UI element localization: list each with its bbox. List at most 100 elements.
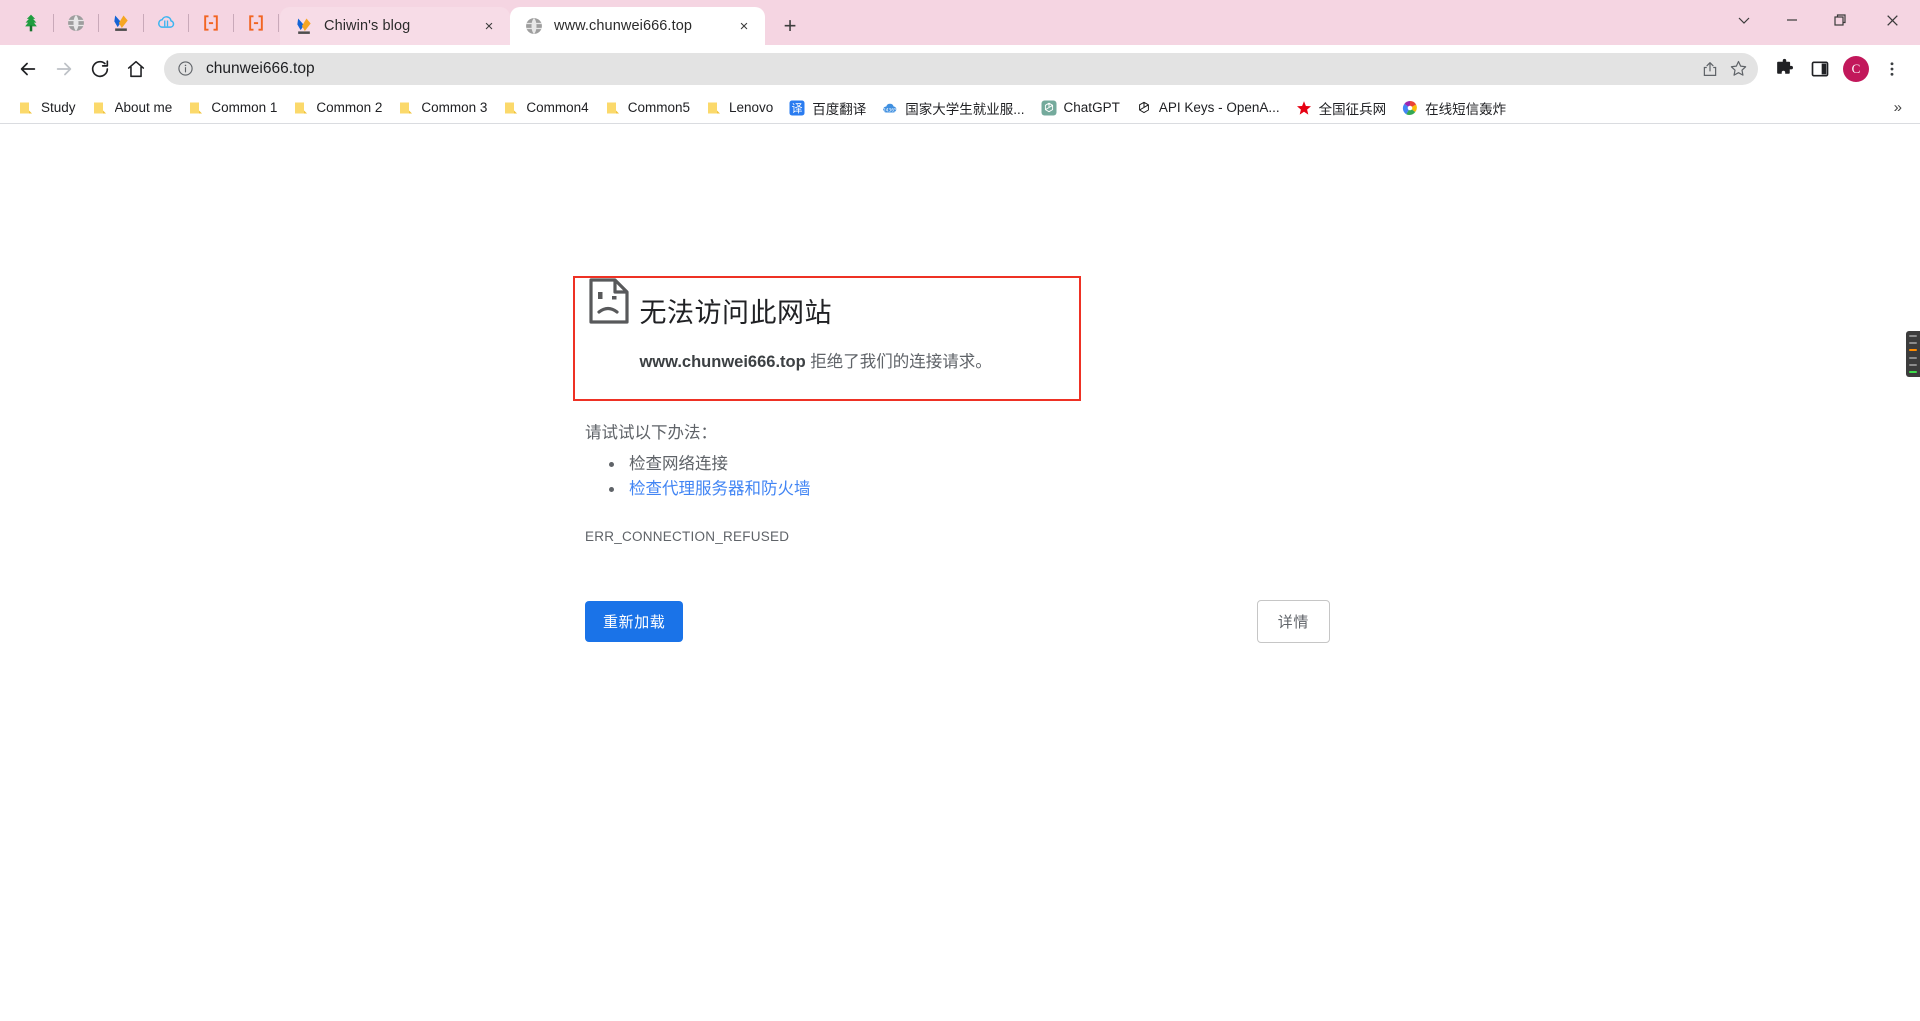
bookmark-study[interactable]: Study	[10, 95, 84, 121]
bookmark-common5[interactable]: Common5	[597, 95, 698, 121]
star-icon[interactable]	[1724, 55, 1752, 83]
bookmark-national-conscription[interactable]: 全国征兵网	[1288, 95, 1395, 121]
bookmark-lenovo[interactable]: Lenovo	[698, 95, 781, 121]
error-title: 无法访问此网站	[639, 298, 832, 328]
svg-text:译: 译	[792, 102, 803, 115]
suggestions-list: 检查网络连接 检查代理服务器和防火墙	[625, 452, 1200, 503]
side-panel-button[interactable]	[1802, 51, 1838, 87]
bookmark-label: Common 3	[421, 100, 488, 115]
bookmark-common4[interactable]: Common4	[495, 95, 596, 121]
tab-strip: Chiwin's blog × www.chunwei666.top × +	[0, 0, 1920, 45]
folder-icon	[707, 102, 720, 113]
error-heading-annotation-box: 无法访问此网站 www.chunwei666.top 拒绝了我们的连接请求。	[573, 276, 1082, 401]
orange-bracket-favicon	[249, 14, 263, 31]
bookmark-label: Common5	[627, 100, 690, 115]
minimize-icon	[1787, 19, 1797, 21]
browser-toolbar: chunwei666.top C	[0, 45, 1920, 92]
bookmark-common-2[interactable]: Common 2	[285, 95, 390, 121]
folder-icon	[295, 102, 308, 113]
forward-button[interactable]	[46, 51, 82, 87]
suggestion-link[interactable]: 检查代理服务器和防火墙	[629, 480, 811, 498]
url-text[interactable]: chunwei666.top	[206, 60, 1696, 78]
bookmarks-overflow-button[interactable]: »	[1884, 99, 1912, 116]
pinned-tab-green-tree[interactable]	[10, 4, 52, 42]
chiwin-x-favicon	[114, 15, 128, 31]
browser-tab-chunwei666[interactable]: www.chunwei666.top ×	[510, 7, 765, 45]
widget-line	[1909, 356, 1917, 359]
error-actions: 重新加载 详情	[585, 599, 1330, 643]
pinned-tab-separator	[143, 13, 144, 32]
home-icon	[127, 60, 145, 77]
folder-icon	[93, 102, 106, 113]
tab-close-button[interactable]: ×	[733, 15, 755, 37]
suggestion-check-network: 检查网络连接	[625, 452, 1200, 478]
window-controls	[1720, 0, 1920, 40]
bookmark-label: Common4	[526, 100, 589, 115]
tab-title: www.chunwei666.top	[554, 18, 693, 34]
reload-button[interactable]	[82, 51, 118, 87]
widget-line	[1909, 335, 1917, 337]
info-circle-icon[interactable]	[174, 58, 196, 80]
browser-tab-chiwins-blog[interactable]: Chiwin's blog ×	[280, 7, 510, 45]
avatar: C	[1843, 55, 1869, 82]
close-icon	[1886, 14, 1898, 26]
bookmark-common-3[interactable]: Common 3	[390, 95, 495, 121]
chatgpt-icon	[1041, 100, 1057, 115]
details-button[interactable]: 详情	[1256, 599, 1330, 643]
error-subtitle-rest: 拒绝了我们的连接请求。	[805, 353, 992, 372]
bookmark-api-keys-openai[interactable]: API Keys - OpenA...	[1128, 95, 1288, 121]
bookmark-baidu-translate[interactable]: 译 百度翻译	[781, 95, 874, 121]
profile-button[interactable]: C	[1838, 51, 1874, 87]
bookmark-label: Common 2	[316, 100, 383, 115]
back-button[interactable]	[10, 51, 46, 87]
chrome-menu-button[interactable]	[1874, 51, 1910, 87]
folder-icon	[400, 102, 413, 113]
pinned-tab-separator	[278, 13, 279, 32]
three-dot-menu-icon	[1890, 61, 1894, 76]
suggestions-title: 请试试以下办法：	[585, 423, 717, 442]
reload-icon	[91, 59, 109, 77]
bookmark-label: About me	[114, 100, 173, 115]
color-pinwheel-icon	[1403, 100, 1418, 115]
gray-globe-favicon	[68, 14, 84, 31]
pinned-tab-chiwin[interactable]	[100, 4, 142, 42]
pinned-tab-cloud[interactable]	[145, 4, 187, 42]
suggestion-label: 检查网络连接	[629, 454, 728, 473]
pinned-tab-separator	[188, 13, 189, 32]
cloud-24365-icon: 24365	[883, 103, 897, 113]
share-icon[interactable]	[1696, 55, 1724, 83]
folder-icon	[505, 102, 518, 113]
reload-button[interactable]: 重新加载	[585, 600, 684, 642]
bookmark-sms-bomber[interactable]: 在线短信轰炸	[1394, 95, 1514, 121]
bookmark-label: 百度翻译	[812, 101, 867, 117]
maximize-button[interactable]	[1816, 0, 1864, 40]
bookmark-label: 全国征兵网	[1318, 101, 1387, 117]
widget-line	[1909, 342, 1917, 345]
floating-extension-tab[interactable]	[1906, 331, 1920, 377]
pinned-tab-bracket-1[interactable]	[190, 4, 232, 42]
bookmark-common-1[interactable]: Common 1	[180, 95, 285, 121]
red-star-icon	[1296, 100, 1311, 115]
pinned-tabs-group	[0, 0, 280, 45]
close-window-button[interactable]	[1864, 0, 1920, 40]
home-button[interactable]	[118, 51, 154, 87]
bookmark-national-employment[interactable]: 24365 国家大学生就业服...	[874, 95, 1032, 121]
bookmark-about-me[interactable]: About me	[84, 95, 181, 121]
pinned-tab-bracket-2[interactable]	[235, 4, 277, 42]
address-bar[interactable]: chunwei666.top	[164, 52, 1758, 85]
gray-globe-favicon	[526, 18, 542, 34]
green-tree-favicon	[25, 14, 37, 31]
folder-icon	[190, 102, 203, 113]
folder-icon	[20, 102, 32, 113]
restore-icon	[1834, 14, 1846, 26]
bookmark-label: 国家大学生就业服...	[905, 101, 1025, 117]
minimize-button[interactable]	[1768, 0, 1816, 40]
tab-close-button[interactable]: ×	[478, 15, 500, 37]
bookmark-label: Common 1	[211, 100, 278, 115]
new-tab-button[interactable]: +	[773, 9, 807, 43]
bookmark-chatgpt[interactable]: ChatGPT	[1033, 95, 1128, 121]
tab-search-button[interactable]	[1720, 0, 1768, 40]
pinned-tab-globe[interactable]	[55, 4, 97, 42]
extensions-button[interactable]	[1766, 51, 1802, 87]
blue-cloud-favicon	[158, 15, 175, 28]
